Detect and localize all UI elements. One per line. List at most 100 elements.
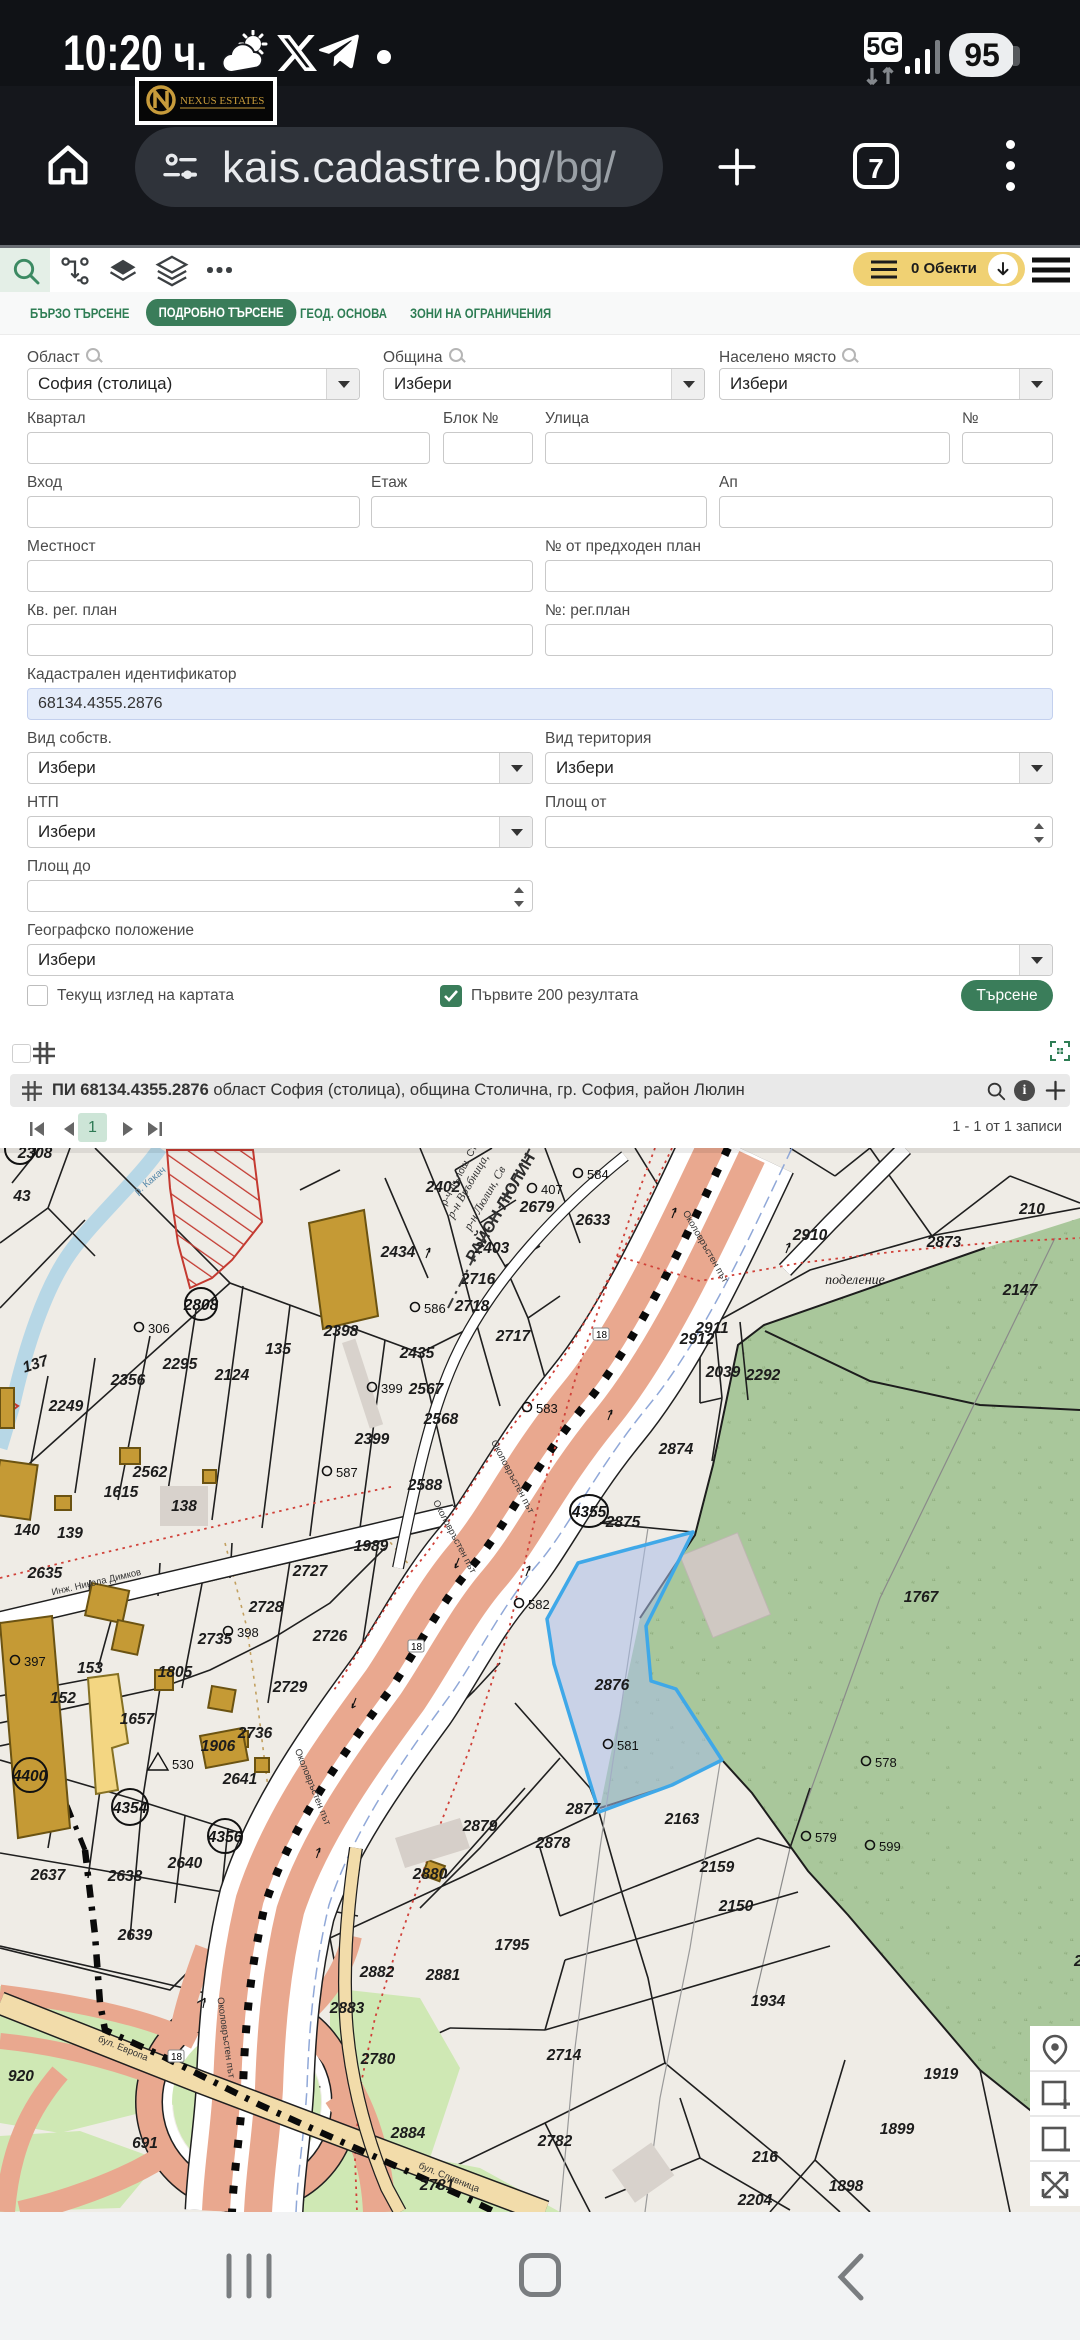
svg-text:2295: 2295	[162, 1356, 198, 1373]
svg-text:583: 583	[536, 1401, 558, 1416]
svg-text:2873: 2873	[926, 1234, 962, 1251]
svg-text:2874: 2874	[658, 1441, 694, 1458]
svg-text:2124: 2124	[214, 1367, 250, 1384]
svg-text:2147: 2147	[1002, 1282, 1039, 1299]
svg-text:2876: 2876	[594, 1677, 630, 1694]
svg-text:2679: 2679	[519, 1199, 555, 1216]
svg-text:2735: 2735	[197, 1631, 233, 1648]
svg-text:2912: 2912	[679, 1331, 715, 1348]
svg-text:691: 691	[132, 2135, 158, 2152]
svg-text:2637: 2637	[30, 1867, 67, 1884]
svg-text:2562: 2562	[132, 1464, 168, 1481]
svg-text:1919: 1919	[924, 2066, 959, 2083]
svg-text:135: 135	[265, 1341, 291, 1358]
svg-text:4355: 4355	[571, 1504, 607, 1521]
svg-text:2884: 2884	[390, 2125, 426, 2142]
svg-text:2883: 2883	[329, 2000, 365, 2017]
svg-text:2398: 2398	[323, 1323, 359, 1340]
svg-text:578: 578	[875, 1755, 897, 1770]
svg-text:22: 22	[1073, 1953, 1080, 1970]
svg-text:407: 407	[541, 1182, 563, 1197]
svg-text:1906: 1906	[201, 1738, 236, 1755]
svg-text:2910: 2910	[792, 1227, 828, 1244]
svg-text:18: 18	[171, 2052, 183, 2063]
svg-text:1899: 1899	[880, 2121, 915, 2138]
svg-text:2434: 2434	[380, 1244, 416, 1261]
svg-text:1898: 1898	[829, 2178, 864, 2195]
svg-text:2728: 2728	[248, 1599, 284, 1616]
svg-text:2249: 2249	[48, 1398, 84, 1415]
svg-text:582: 582	[528, 1597, 550, 1612]
svg-text:581: 581	[617, 1738, 639, 1753]
svg-text:1934: 1934	[751, 1993, 786, 2010]
svg-text:397: 397	[24, 1654, 46, 1669]
svg-text:2875: 2875	[605, 1514, 641, 1531]
svg-text:586: 586	[424, 1301, 446, 1316]
svg-text:2039: 2039	[705, 1364, 741, 1381]
svg-text:140: 140	[14, 1522, 40, 1539]
svg-text:2782: 2782	[537, 2133, 573, 2150]
svg-text:2356: 2356	[110, 1372, 146, 1389]
svg-text:2292: 2292	[745, 1367, 781, 1384]
svg-text:2718: 2718	[454, 1298, 490, 1315]
svg-text:139: 139	[57, 1525, 83, 1542]
svg-text:2639: 2639	[117, 1927, 153, 1944]
svg-text:2159: 2159	[699, 1859, 735, 1876]
svg-text:2635: 2635	[27, 1565, 63, 1582]
svg-text:1657: 1657	[120, 1711, 156, 1728]
svg-text:2736: 2736	[237, 1725, 273, 1742]
svg-text:2879: 2879	[462, 1818, 498, 1835]
svg-text:2882: 2882	[359, 1964, 395, 1981]
svg-text:2717: 2717	[495, 1328, 532, 1345]
svg-text:584: 584	[587, 1167, 609, 1182]
svg-text:920: 920	[8, 2068, 34, 2085]
svg-text:152: 152	[50, 1690, 76, 1707]
svg-text:2808: 2808	[183, 1297, 219, 1314]
svg-text:2716: 2716	[460, 1271, 496, 1288]
svg-text:587: 587	[336, 1465, 358, 1480]
svg-text:210: 210	[1018, 1201, 1045, 1218]
svg-text:18: 18	[411, 1642, 423, 1653]
svg-text:2726: 2726	[312, 1628, 348, 1645]
svg-text:2588: 2588	[407, 1477, 443, 1494]
svg-text:2780: 2780	[360, 2051, 396, 2068]
svg-text:2567: 2567	[408, 1381, 445, 1398]
svg-text:2878: 2878	[535, 1835, 571, 1852]
svg-text:2881: 2881	[425, 1967, 460, 1984]
svg-text:43: 43	[12, 1188, 31, 1205]
svg-text:2163: 2163	[664, 1811, 700, 1828]
svg-text:4400: 4400	[12, 1768, 48, 1785]
svg-text:2399: 2399	[354, 1431, 390, 1448]
svg-text:18: 18	[596, 1330, 608, 1341]
svg-text:2877: 2877	[565, 1801, 602, 1818]
svg-text:138: 138	[171, 1498, 197, 1515]
svg-text:216: 216	[751, 2149, 778, 2166]
svg-text:2640: 2640	[167, 1855, 203, 1872]
svg-text:599: 599	[879, 1839, 901, 1854]
svg-text:2729: 2729	[272, 1679, 308, 1696]
svg-text:306: 306	[148, 1321, 170, 1336]
svg-text:4354: 4354	[112, 1800, 148, 1817]
svg-text:2435: 2435	[399, 1345, 435, 1362]
svg-text:2633: 2633	[575, 1212, 611, 1229]
svg-text:поделение: поделение	[825, 1273, 885, 1288]
svg-text:4356: 4356	[207, 1829, 243, 1846]
svg-text:1989: 1989	[354, 1538, 389, 1555]
svg-text:2204: 2204	[737, 2192, 773, 2209]
svg-text:NEXUS ESTATES: NEXUS ESTATES	[180, 95, 264, 107]
svg-text:579: 579	[815, 1830, 837, 1845]
svg-text:1805: 1805	[158, 1664, 193, 1681]
svg-text:1795: 1795	[495, 1937, 530, 1954]
svg-text:153: 153	[77, 1660, 103, 1677]
svg-text:530: 530	[172, 1757, 194, 1772]
svg-text:2880: 2880	[412, 1866, 448, 1883]
svg-text:1615: 1615	[104, 1484, 139, 1501]
svg-text:398: 398	[237, 1625, 259, 1640]
svg-text:399: 399	[381, 1381, 403, 1396]
svg-text:2641: 2641	[222, 1771, 257, 1788]
svg-text:2638: 2638	[107, 1868, 143, 1885]
svg-text:2568: 2568	[423, 1411, 459, 1428]
svg-text:2150: 2150	[718, 1898, 754, 1915]
svg-text:2727: 2727	[292, 1563, 329, 1580]
svg-text:2714: 2714	[546, 2047, 582, 2064]
